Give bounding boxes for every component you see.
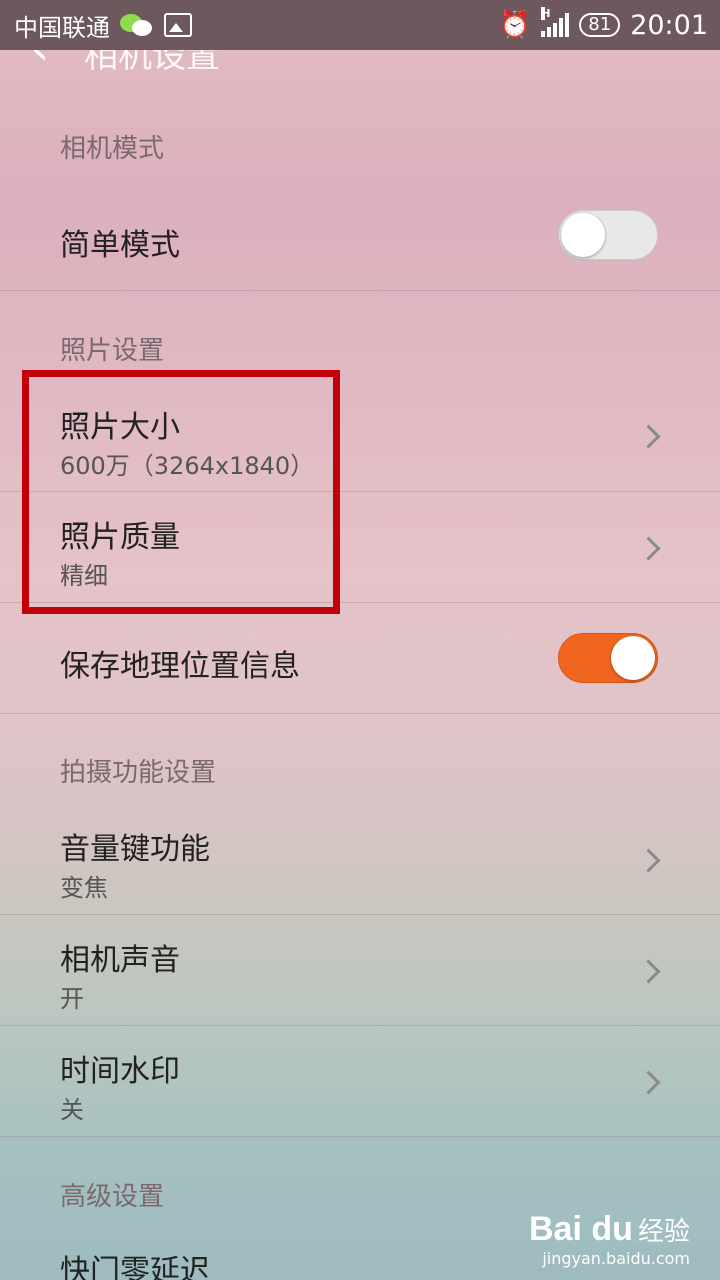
watermark-text: 经验	[637, 1217, 690, 1247]
wechat-icon	[120, 12, 154, 38]
chevron-right-icon	[636, 848, 661, 873]
chevron-right-icon	[636, 424, 661, 449]
divider	[0, 290, 720, 291]
save-location-label: 保存地理位置信息	[60, 649, 300, 684]
toggle-knob	[561, 213, 605, 257]
signal-icon: H	[541, 7, 570, 37]
chevron-right-icon	[636, 1070, 661, 1095]
chevron-right-icon	[636, 536, 661, 561]
save-location-row[interactable]: 保存地理位置信息	[0, 603, 720, 713]
back-arrow-icon[interactable]: ‹	[30, 50, 49, 76]
shutter-zero-lag-label: 快门零延迟	[60, 1254, 210, 1280]
network-type: H	[541, 7, 551, 20]
divider	[0, 713, 720, 714]
status-bar: 中国联通 ⏰ H 81 20:01	[0, 0, 720, 50]
carrier-name: 中国联通	[14, 13, 110, 42]
gallery-icon	[164, 13, 192, 37]
time-watermark-value: 关	[60, 1096, 84, 1124]
volume-key-row[interactable]: 音量键功能 变焦	[0, 804, 720, 914]
simple-mode-label: 简单模式	[60, 228, 180, 263]
volume-key-value: 变焦	[60, 874, 108, 902]
simple-mode-toggle[interactable]	[558, 210, 658, 260]
camera-sound-row[interactable]: 相机声音 开	[0, 915, 720, 1025]
section-photo-settings: 照片设置	[60, 336, 165, 366]
simple-mode-row[interactable]: 简单模式	[0, 200, 720, 290]
alarm-icon: ⏰	[498, 10, 532, 40]
save-location-toggle[interactable]	[558, 633, 658, 683]
time-watermark-row[interactable]: 时间水印 关	[0, 1026, 720, 1136]
page-title: 相机设置	[84, 50, 220, 76]
watermark-logo: Bai du	[528, 1210, 633, 1248]
section-advanced: 高级设置	[60, 1182, 165, 1212]
app-header: ‹ 相机设置	[0, 50, 720, 80]
chevron-right-icon	[636, 959, 661, 984]
highlight-box	[22, 370, 340, 614]
baidu-watermark: Bai du 经验 jingyan.baidu.com	[529, 1210, 690, 1268]
camera-sound-value: 开	[60, 985, 84, 1013]
camera-sound-label: 相机声音	[60, 943, 180, 978]
divider	[0, 1136, 720, 1137]
battery-indicator: 81	[579, 13, 621, 37]
volume-key-label: 音量键功能	[60, 832, 210, 867]
watermark-url: jingyan.baidu.com	[542, 1249, 690, 1268]
clock: 20:01	[630, 9, 708, 41]
section-camera-mode: 相机模式	[60, 134, 165, 164]
time-watermark-label: 时间水印	[60, 1054, 180, 1089]
toggle-knob	[611, 636, 655, 680]
section-shooting: 拍摄功能设置	[60, 758, 217, 788]
